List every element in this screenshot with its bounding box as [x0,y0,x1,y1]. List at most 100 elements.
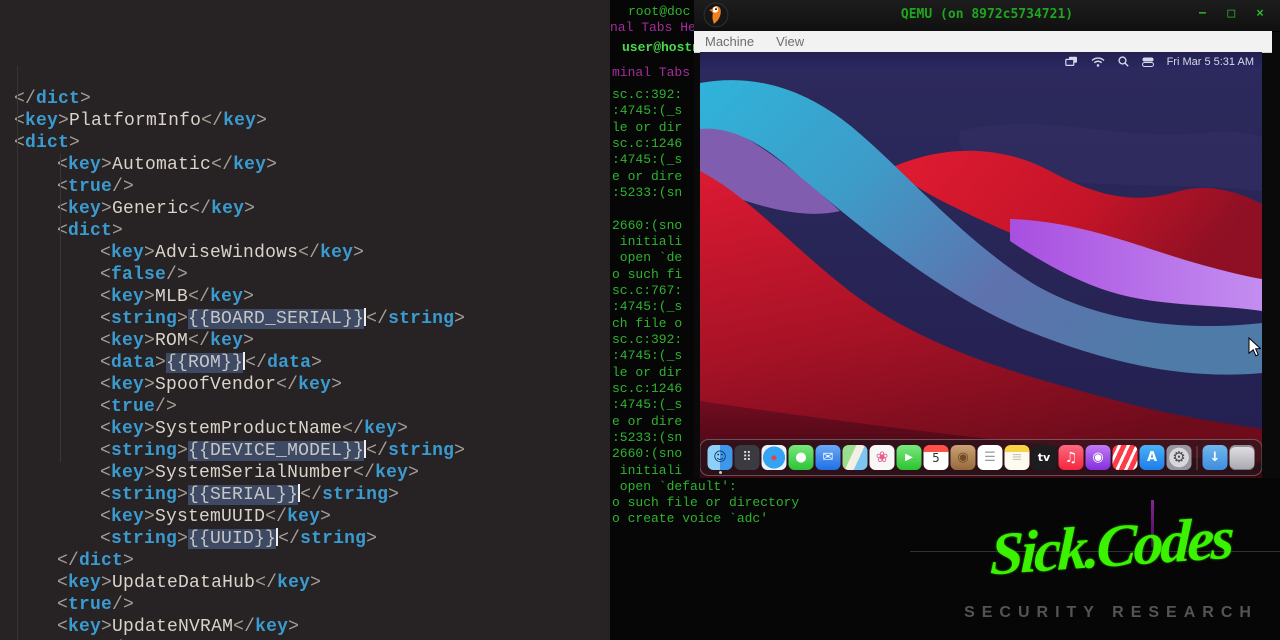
dock-icon-maps[interactable] [843,445,868,470]
code-line: <key>Generic</key> [0,198,610,220]
downloads-icon: ↓ [1210,451,1221,464]
dock-icon-photos[interactable]: ❀ [870,445,895,470]
dock-icon-reminders[interactable]: ☰ [978,445,1003,470]
terminal-line: o such fi [612,267,682,282]
podcasts-icon: ◉ [1092,451,1103,464]
code-line: <key>PlatformInfo</key> [0,110,610,132]
control-center-icon[interactable] [1142,57,1154,67]
dock-icon-appstore[interactable]: A [1140,445,1165,470]
close-button[interactable]: × [1256,6,1264,21]
terminal-line: open `de [612,250,682,265]
code-line: <false/> [0,264,610,286]
mouse-cursor [1248,337,1261,362]
dock-icon-finder[interactable]: ☺ [708,445,733,470]
code-line: <dict> [0,220,610,242]
host-terminal-area: root@docnal Tabs Heuser@hostnminal Tabss… [610,0,1280,640]
terminal-line: le or dir [612,365,682,380]
search-icon[interactable] [1118,56,1129,67]
screenshot-stage: </dict><key>PlatformInfo</key><dict><key… [0,0,1280,640]
menu-view[interactable]: View [765,34,815,49]
terminal-line: open `default': [612,479,737,494]
dock-icon-downloads[interactable]: ↓ [1203,445,1228,470]
reminders-icon: ☰ [984,451,996,464]
qemu-window: QEMU (on 8972c5734721) −□× MachineView [694,0,1280,478]
dock-icon-launchpad[interactable]: ⠿ [735,445,760,470]
code-line: </dict> [0,88,610,110]
code-line: <string>{{BOARD_SERIAL}}</string> [0,308,610,330]
macos-screen: Fri Mar 5 5:31 AM ☺⠿◆●✉❀▶5◉☰≡tv♫◉A⚙↓ [700,52,1262,478]
wifi-icon[interactable] [1091,57,1105,67]
running-indicator [719,471,722,474]
code-line: <true/> [0,396,610,418]
code-line: <key>MLB</key> [0,286,610,308]
qemu-titlebar[interactable]: QEMU (on 8972c5734721) −□× [694,0,1280,32]
dock-icon-safari[interactable]: ◆ [762,445,787,470]
code-line: <string>{{SERIAL}}</string> [0,484,610,506]
dock-icon-contacts[interactable]: ◉ [951,445,976,470]
terminal-line: :5233:(sn [612,185,682,200]
facetime-icon: ▶ [905,453,913,463]
code-line: </dict> [0,550,610,572]
code-line: <key>UpdateDataHub</key> [0,572,610,594]
terminal-line: initiali [612,463,682,478]
maximize-button[interactable]: □ [1227,6,1235,21]
macos-menubar: Fri Mar 5 5:31 AM [700,52,1262,71]
qemu-menubar: MachineView [694,31,1272,53]
code-line: <true/> [0,594,610,616]
terminal-line: root@doc [628,4,690,19]
mirror-displays-icon[interactable] [1065,56,1078,67]
dock-icon-sysprefs[interactable]: ⚙ [1167,445,1192,470]
terminal-line: user@hostn [622,40,700,55]
code-line: <string>{{UUID}}</string> [0,528,610,550]
dock-separator [1197,446,1198,470]
sickcodes-subtitle: SECURITY RESEARCH [948,604,1274,622]
window-controls: − □ × [1199,6,1264,21]
dock-icon-appletv[interactable]: tv [1032,445,1057,470]
dock-icon-messages[interactable]: ● [789,445,814,470]
macos-dock: ☺⠿◆●✉❀▶5◉☰≡tv♫◉A⚙↓ [700,439,1262,476]
terminal-line: minal Tabs [612,65,690,80]
code-line: <key>SystemSerialNumber</key> [0,462,610,484]
mail-icon: ✉ [823,451,834,464]
code-lines: </dict><key>PlatformInfo</key><dict><key… [0,88,610,640]
code-line: <key>UpdateNVRAM</key> [0,616,610,638]
terminal-line: sc.c:392: [612,87,682,102]
code-line: <true/> [0,176,610,198]
terminal-line: initiali [612,234,682,249]
dock-icon-trash[interactable] [1230,445,1255,470]
terminal-line: 2660:(sno [612,446,682,461]
terminal-line: :5233:(sn [612,430,682,445]
terminal-line: :4745:(_s [612,348,682,363]
dock-icon-news[interactable] [1113,445,1138,470]
dock-icon-music[interactable]: ♫ [1059,445,1084,470]
terminal-line: :4745:(_s [612,299,682,314]
terminal-line: :4745:(_s [612,103,682,118]
terminal-line: e or dire [612,169,682,184]
indent-guide [17,66,18,640]
finder-icon: ☺ [713,451,727,464]
dock-icon-calendar[interactable]: 5 [924,445,949,470]
music-icon: ♫ [1065,451,1078,465]
code-line: <key>Automatic</key> [0,154,610,176]
dock-icon-podcasts[interactable]: ◉ [1086,445,1111,470]
menu-machine[interactable]: Machine [694,34,765,49]
terminal-line: sc.c:392: [612,332,682,347]
plist-editor[interactable]: </dict><key>PlatformInfo</key><dict><key… [0,0,610,640]
sickcodes-logo: Sick.Codes [945,500,1277,592]
minimize-button[interactable]: − [1199,6,1207,21]
terminal-line: sc.c:1246 [612,136,682,151]
menubar-clock[interactable]: Fri Mar 5 5:31 AM [1167,56,1254,68]
notes-icon: ≡ [1012,451,1023,464]
terminal-line: o create voice `adc' [612,511,768,526]
terminal-line: 2660:(sno [612,218,682,233]
terminal-line: :4745:(_s [612,152,682,167]
terminal-line: sc.c:1246 [612,381,682,396]
appstore-icon: A [1147,451,1157,464]
code-line: <key>SystemProductName</key> [0,418,610,440]
terminal-line: ch file o [612,316,682,331]
terminal-line: e or dire [612,414,682,429]
dock-icon-facetime[interactable]: ▶ [897,445,922,470]
appletv-icon: tv [1038,452,1050,463]
dock-icon-notes[interactable]: ≡ [1005,445,1030,470]
dock-icon-mail[interactable]: ✉ [816,445,841,470]
